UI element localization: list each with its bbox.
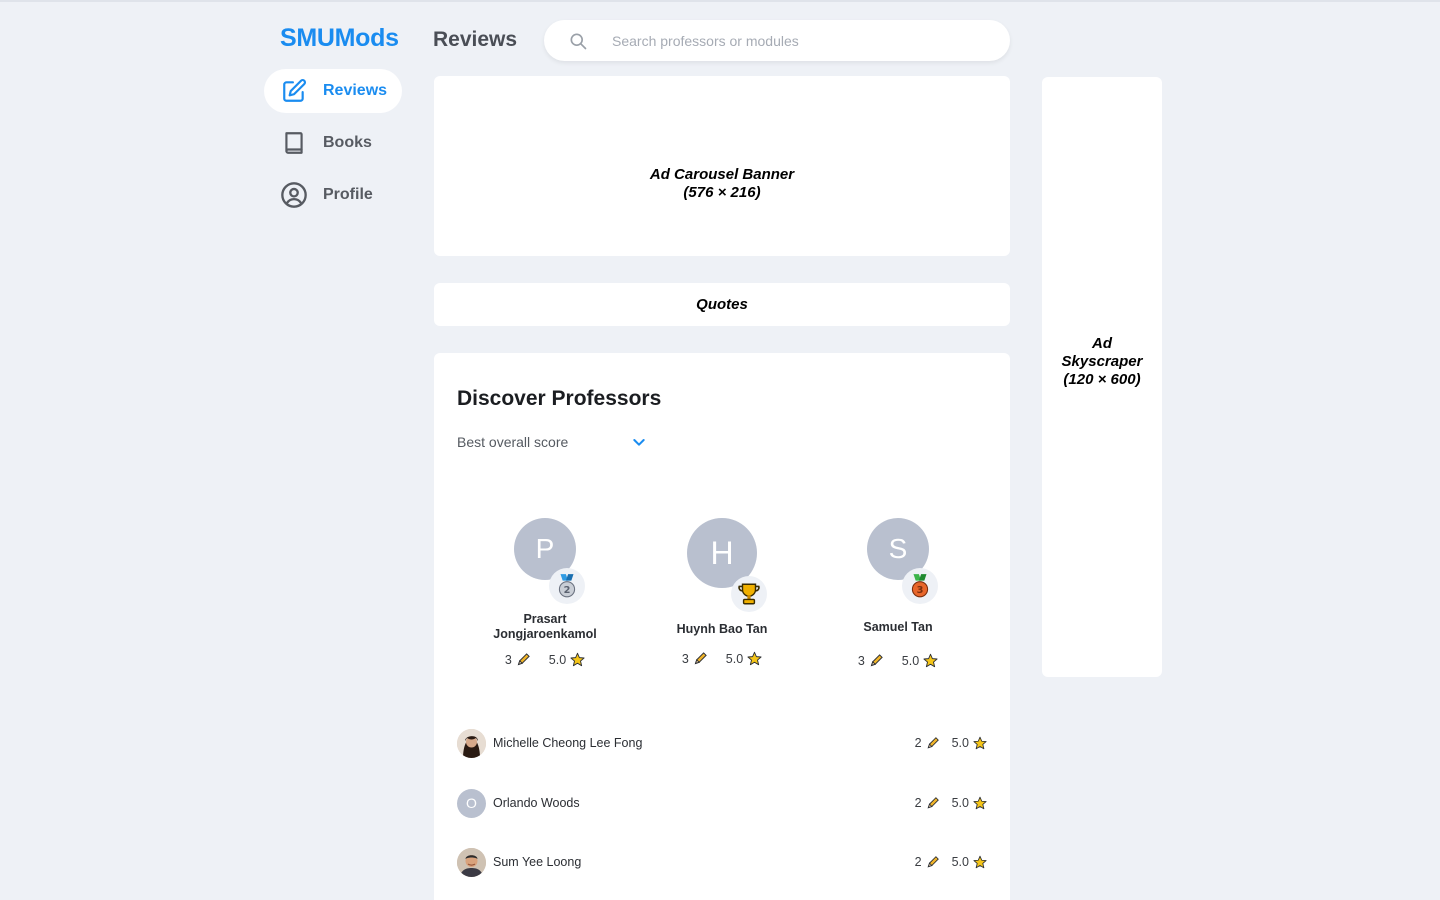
review-count-value: 2 [914, 796, 922, 810]
discover-title: Discover Professors [457, 387, 662, 410]
ad-skyscraper-line: Skyscraper [1061, 353, 1143, 370]
star-icon [973, 736, 987, 750]
ad-skyscraper[interactable]: Ad Skyscraper (120 × 600) [1042, 77, 1162, 677]
avatar-initial: S [888, 533, 908, 564]
star-icon [747, 651, 762, 666]
score-value: 5.0 [548, 652, 567, 667]
ad-skyscraper-size: (120 × 600) [1063, 371, 1141, 388]
star-icon [973, 855, 987, 869]
score-value: 5.0 [725, 651, 744, 666]
professor-name: Sum Yee Loong [493, 855, 582, 869]
nav-item-books[interactable]: Books [264, 121, 402, 165]
podium-professor[interactable]: S 3 Samuel Tan 3 5.0 [828, 518, 968, 668]
score: 5.0 [726, 651, 762, 666]
ad-carousel-banner[interactable]: Ad Carousel Banner (576 × 216) [434, 76, 1010, 256]
review-count-value: 3 [504, 652, 512, 667]
nav-item-reviews[interactable]: Reviews [264, 69, 402, 113]
professor-stats: 3 5.0 [652, 651, 792, 666]
professor-list-item[interactable]: Michelle Cheong Lee Fong 2 5.0 [457, 728, 987, 758]
book-icon [280, 129, 308, 157]
ad-banner-title: Ad Carousel Banner [649, 166, 795, 183]
review-count: 3 [858, 653, 884, 668]
ad-skyscraper-line: Ad [1092, 335, 1112, 352]
professor-stats: 3 5.0 [828, 653, 968, 668]
nav-item-label: Profile [323, 186, 373, 203]
ad-banner-label: Ad Carousel Banner (576 × 216) [434, 166, 1010, 202]
professor-name: Samuel Tan [863, 620, 933, 634]
ad-skyscraper-label: Ad Skyscraper (120 × 600) [1042, 335, 1162, 389]
pencil-icon [927, 856, 939, 868]
professor-name: Michelle Cheong Lee Fong [493, 736, 643, 750]
score: 5.0 [549, 652, 585, 667]
bronze-medal-icon: 3 [902, 568, 938, 604]
trophy-icon [731, 576, 767, 612]
svg-text:3: 3 [917, 585, 924, 596]
nav-item-profile[interactable]: Profile [264, 173, 402, 217]
sidebar-nav: Reviews Books Profile [264, 69, 402, 225]
professor-list-item[interactable]: O Orlando Woods 2 5.0 [457, 788, 987, 818]
search-input[interactable] [612, 32, 992, 49]
edit-icon [280, 77, 308, 105]
review-count-value: 2 [914, 736, 922, 750]
chevron-down-icon [633, 439, 645, 446]
search-icon[interactable] [568, 31, 588, 51]
nav-item-label: Reviews [323, 82, 388, 99]
podium-professor[interactable]: H Huynh Bao Tan 3 5.0 [652, 518, 792, 666]
sort-dropdown[interactable]: Best overall score [457, 431, 647, 453]
discover-professors-panel: Discover Professors Best overall score P… [434, 353, 1010, 900]
pencil-icon [870, 654, 883, 667]
page-title: Reviews [433, 28, 518, 51]
svg-text:2: 2 [564, 585, 571, 596]
nav-item-label: Books [323, 134, 372, 151]
score: 5.0 [902, 653, 938, 668]
professor-stats: 3 5.0 [475, 652, 615, 667]
score-value: 5.0 [901, 653, 920, 668]
star-icon [973, 796, 987, 810]
professor-name: Prasart Jongjaroenkamol [493, 612, 597, 641]
pencil-icon [694, 652, 707, 665]
pencil-icon [517, 653, 530, 666]
quotes-panel: Quotes [434, 283, 1010, 326]
star-icon [570, 652, 585, 667]
quotes-label: Quotes [696, 295, 748, 313]
star-icon [923, 653, 938, 668]
review-count-value: 3 [857, 653, 865, 668]
user-circle-icon [280, 181, 308, 209]
score-value: 5.0 [951, 796, 969, 810]
professor-name: Huynh Bao Tan [676, 622, 768, 636]
review-count: 3 [505, 652, 531, 667]
professor-list-item[interactable]: Sum Yee Loong 2 5.0 [457, 847, 987, 877]
sort-selected-value: Best overall score [457, 434, 569, 450]
silver-medal-icon: 2 [549, 568, 585, 604]
pencil-icon [927, 797, 939, 809]
podium-professor[interactable]: P 2 Prasart Jongjaroenkamol 3 5.0 [475, 518, 615, 667]
professor-name: Orlando Woods [493, 796, 580, 810]
avatar [457, 728, 486, 758]
score-value: 5.0 [951, 855, 969, 869]
review-count-value: 2 [914, 855, 922, 869]
review-count-value: 3 [681, 651, 689, 666]
app-brand-logo[interactable]: SMUMods [280, 24, 399, 53]
avatar: O [457, 788, 486, 818]
avatar-initial: H [710, 534, 734, 571]
pencil-icon [927, 737, 939, 749]
avatar [457, 847, 486, 877]
avatar-initial: P [535, 533, 555, 564]
avatar-initial: O [466, 795, 477, 811]
search-bar[interactable] [544, 20, 1010, 61]
review-count: 3 [682, 651, 708, 666]
ad-banner-size: (576 × 216) [683, 184, 761, 201]
score-value: 5.0 [951, 736, 969, 750]
